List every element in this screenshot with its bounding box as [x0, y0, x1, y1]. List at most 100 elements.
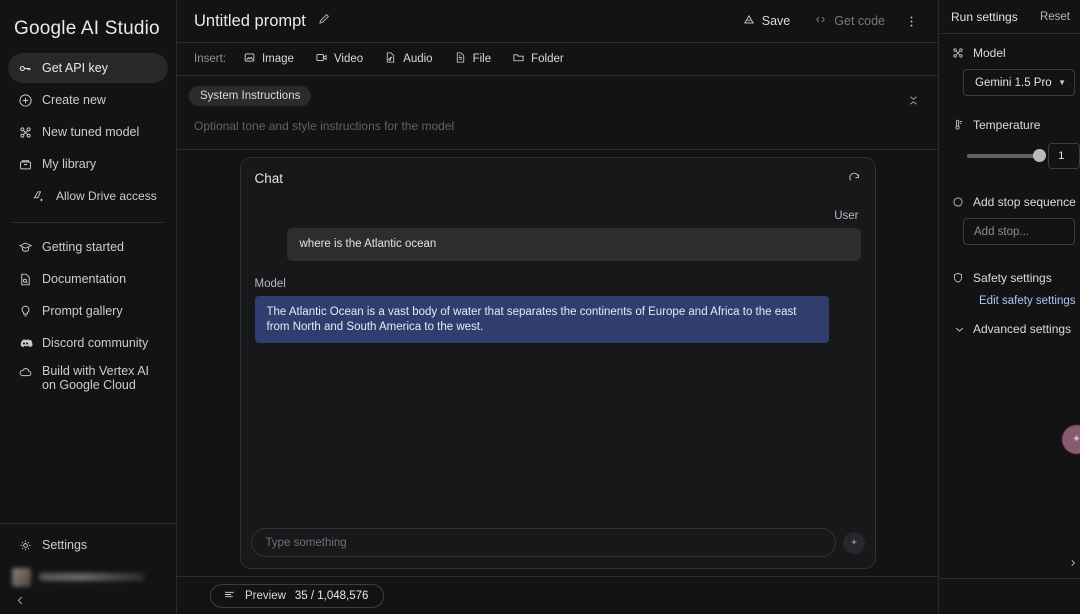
- drive-add-icon: [32, 189, 47, 204]
- shield-icon: [951, 271, 965, 285]
- sidebar-item-new-tuned-model[interactable]: New tuned model: [8, 117, 168, 147]
- preview-token-button[interactable]: Preview 35 / 1,048,576: [210, 583, 385, 608]
- sidebar-footer: Settings: [0, 523, 176, 614]
- advanced-settings-toggle[interactable]: Advanced settings: [953, 322, 1080, 336]
- account-row[interactable]: [12, 566, 166, 588]
- insert-label: Insert:: [194, 53, 226, 65]
- chat-panel: Chat User where is the Atlantic ocean Mo…: [239, 157, 876, 569]
- insert-folder-button[interactable]: Folder: [503, 47, 573, 71]
- refresh-icon: [848, 172, 859, 181]
- save-label: Save: [761, 14, 791, 28]
- more-options-button[interactable]: [898, 8, 924, 34]
- cloud-icon: [18, 365, 33, 380]
- sidebar-item-label: Getting started: [42, 240, 124, 254]
- run-settings-panel: Run settings Reset Model Gemini 1.5 Pro …: [938, 0, 1080, 614]
- chat-composer: [241, 528, 875, 568]
- sidebar-item-documentation[interactable]: Documentation: [8, 264, 168, 294]
- temperature-value-box[interactable]: 1: [1048, 143, 1080, 169]
- run-settings-title: Run settings: [951, 9, 1018, 24]
- insert-item-label: Audio: [403, 53, 433, 65]
- send-button[interactable]: [842, 531, 865, 554]
- stop-sequence-label: Add stop sequence: [973, 195, 1076, 209]
- safety-settings-section: Safety settings Edit safety settings: [939, 245, 1080, 307]
- account-name-redacted: [39, 573, 144, 581]
- chat-message-model[interactable]: The Atlantic Ocean is a vast body of wat…: [254, 296, 829, 343]
- temperature-value: 1: [1058, 150, 1065, 162]
- insert-audio-button[interactable]: Audio: [375, 47, 441, 71]
- sidebar-item-my-library[interactable]: My library: [8, 149, 168, 179]
- sidebar-primary-nav: Get API key Create new New tuned model M…: [0, 46, 176, 213]
- get-code-label: Get code: [834, 14, 885, 28]
- graduation-cap-icon: [18, 240, 33, 255]
- insert-item-label: Image: [261, 53, 294, 65]
- chevron-left-icon: [17, 596, 23, 605]
- get-code-button[interactable]: Get code: [803, 7, 895, 35]
- sidebar-item-create-new[interactable]: Create new: [8, 85, 168, 115]
- chat-reset-button[interactable]: [847, 171, 862, 186]
- app-brand-title: Google AI Studio: [14, 18, 160, 39]
- save-button[interactable]: Save: [732, 7, 801, 35]
- temperature-slider[interactable]: [967, 149, 1047, 162]
- file-icon: [454, 51, 467, 67]
- system-instructions-section: System Instructions Optional tone and st…: [177, 76, 938, 150]
- plus-circle-icon: [18, 93, 33, 108]
- sidebar-item-allow-drive-access[interactable]: Allow Drive access: [22, 181, 168, 211]
- chat-message-user[interactable]: where is the Atlantic ocean: [286, 228, 861, 261]
- system-instructions-collapse-button[interactable]: [906, 93, 921, 108]
- sidebar-item-label: New tuned model: [42, 125, 140, 139]
- insert-video-button[interactable]: Video: [306, 47, 372, 71]
- model-section: Model Gemini 1.5 Pro ▼: [939, 34, 1080, 96]
- tune-model-icon: [18, 125, 33, 140]
- safety-label: Safety settings: [973, 271, 1052, 285]
- temperature-label-row: Temperature: [951, 118, 1080, 132]
- insert-image-button[interactable]: Image: [234, 47, 303, 71]
- sidebar: Google AI Studio Get API key Create new: [0, 0, 177, 614]
- sidebar-item-label: My library: [42, 157, 97, 171]
- stop-sequence-input[interactable]: [963, 218, 1075, 245]
- temperature-label: Temperature: [973, 118, 1041, 132]
- edit-safety-settings-link[interactable]: Edit safety settings: [979, 295, 1080, 307]
- temperature-slider-knob[interactable]: [1033, 149, 1047, 162]
- pencil-icon[interactable]: [317, 12, 331, 31]
- assistant-fab-icon: [1073, 435, 1080, 442]
- system-instructions-pill[interactable]: System Instructions: [189, 86, 312, 106]
- run-settings-header: Run settings Reset: [939, 0, 1080, 34]
- video-icon: [315, 51, 328, 67]
- chat-input[interactable]: [250, 528, 836, 557]
- sidebar-item-getting-started[interactable]: Getting started: [8, 232, 168, 262]
- sidebar-item-discord-community[interactable]: Discord community: [8, 328, 168, 358]
- key-icon: [18, 61, 33, 76]
- sidebar-item-label: Settings: [42, 538, 88, 552]
- safety-label-row: Safety settings: [951, 271, 1080, 285]
- preview-label: Preview: [245, 589, 286, 602]
- sidebar-item-label: Documentation: [42, 272, 127, 286]
- sparkle-send-icon: [850, 538, 857, 545]
- reset-button[interactable]: Reset: [1040, 11, 1070, 23]
- model-label: Model: [973, 46, 1006, 60]
- assistant-fab-button[interactable]: [1062, 425, 1080, 454]
- sidebar-item-prompt-gallery[interactable]: Prompt gallery: [8, 296, 168, 326]
- sidebar-item-get-api-key[interactable]: Get API key: [8, 53, 168, 83]
- tune-lines-icon: [223, 588, 236, 604]
- system-instructions-placeholder[interactable]: Optional tone and style instructions for…: [194, 119, 938, 133]
- model-selected-value: Gemini 1.5 Pro: [975, 76, 1052, 89]
- turn-role-user: User: [834, 210, 859, 222]
- insert-file-button[interactable]: File: [445, 47, 501, 71]
- sidebar-item-label: Discord community: [42, 336, 149, 350]
- kebab-menu-icon: [910, 16, 912, 26]
- model-icon: [951, 46, 965, 60]
- sidebar-item-build-with-vertex-ai[interactable]: Build with Vertex AI on Google Cloud: [8, 360, 168, 396]
- sidebar-collapse-button[interactable]: [14, 594, 30, 610]
- model-select[interactable]: Gemini 1.5 Pro ▼: [963, 69, 1075, 96]
- chat-header: Chat: [241, 158, 875, 192]
- sidebar-item-label: Build with Vertex AI on Google Cloud: [42, 364, 150, 392]
- sidebar-item-label: Create new: [42, 93, 106, 107]
- sidebar-item-settings[interactable]: Settings: [8, 530, 168, 560]
- turn-role-model: Model: [254, 278, 286, 290]
- stop-sequence-section: Add stop sequence: [939, 169, 1080, 245]
- insert-item-label: File: [472, 53, 492, 65]
- panel-expand-button[interactable]: [1068, 558, 1078, 571]
- chat-area: Chat User where is the Atlantic ocean Mo…: [177, 150, 938, 576]
- ai-studio-window: Google AI Studio Get API key Create new: [0, 0, 1080, 614]
